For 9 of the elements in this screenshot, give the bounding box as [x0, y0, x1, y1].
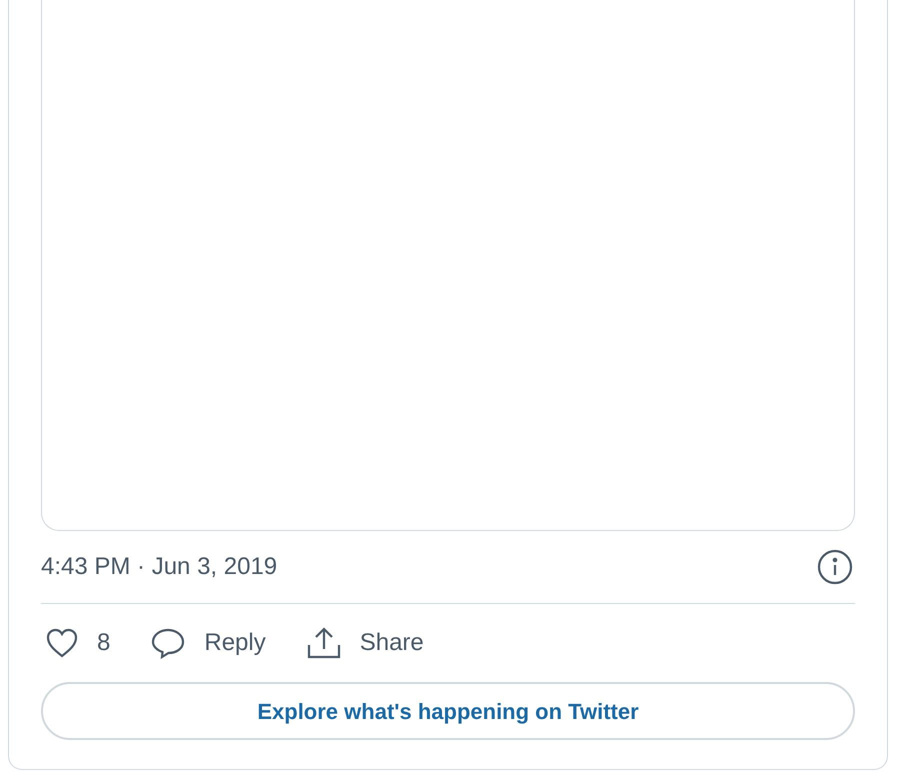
info-icon[interactable]: [817, 549, 853, 585]
upload-icon: [306, 626, 342, 660]
speech-bubble-icon: [150, 627, 186, 659]
heart-icon: [45, 627, 79, 659]
reply-button[interactable]: Reply: [150, 625, 266, 661]
like-button[interactable]: 8: [45, 625, 110, 661]
share-button[interactable]: Share: [306, 625, 424, 661]
tweet-timestamp[interactable]: 4:43 PM · Jun 3, 2019: [41, 549, 278, 585]
explore-button[interactable]: Explore what's happening on Twitter: [41, 682, 855, 740]
